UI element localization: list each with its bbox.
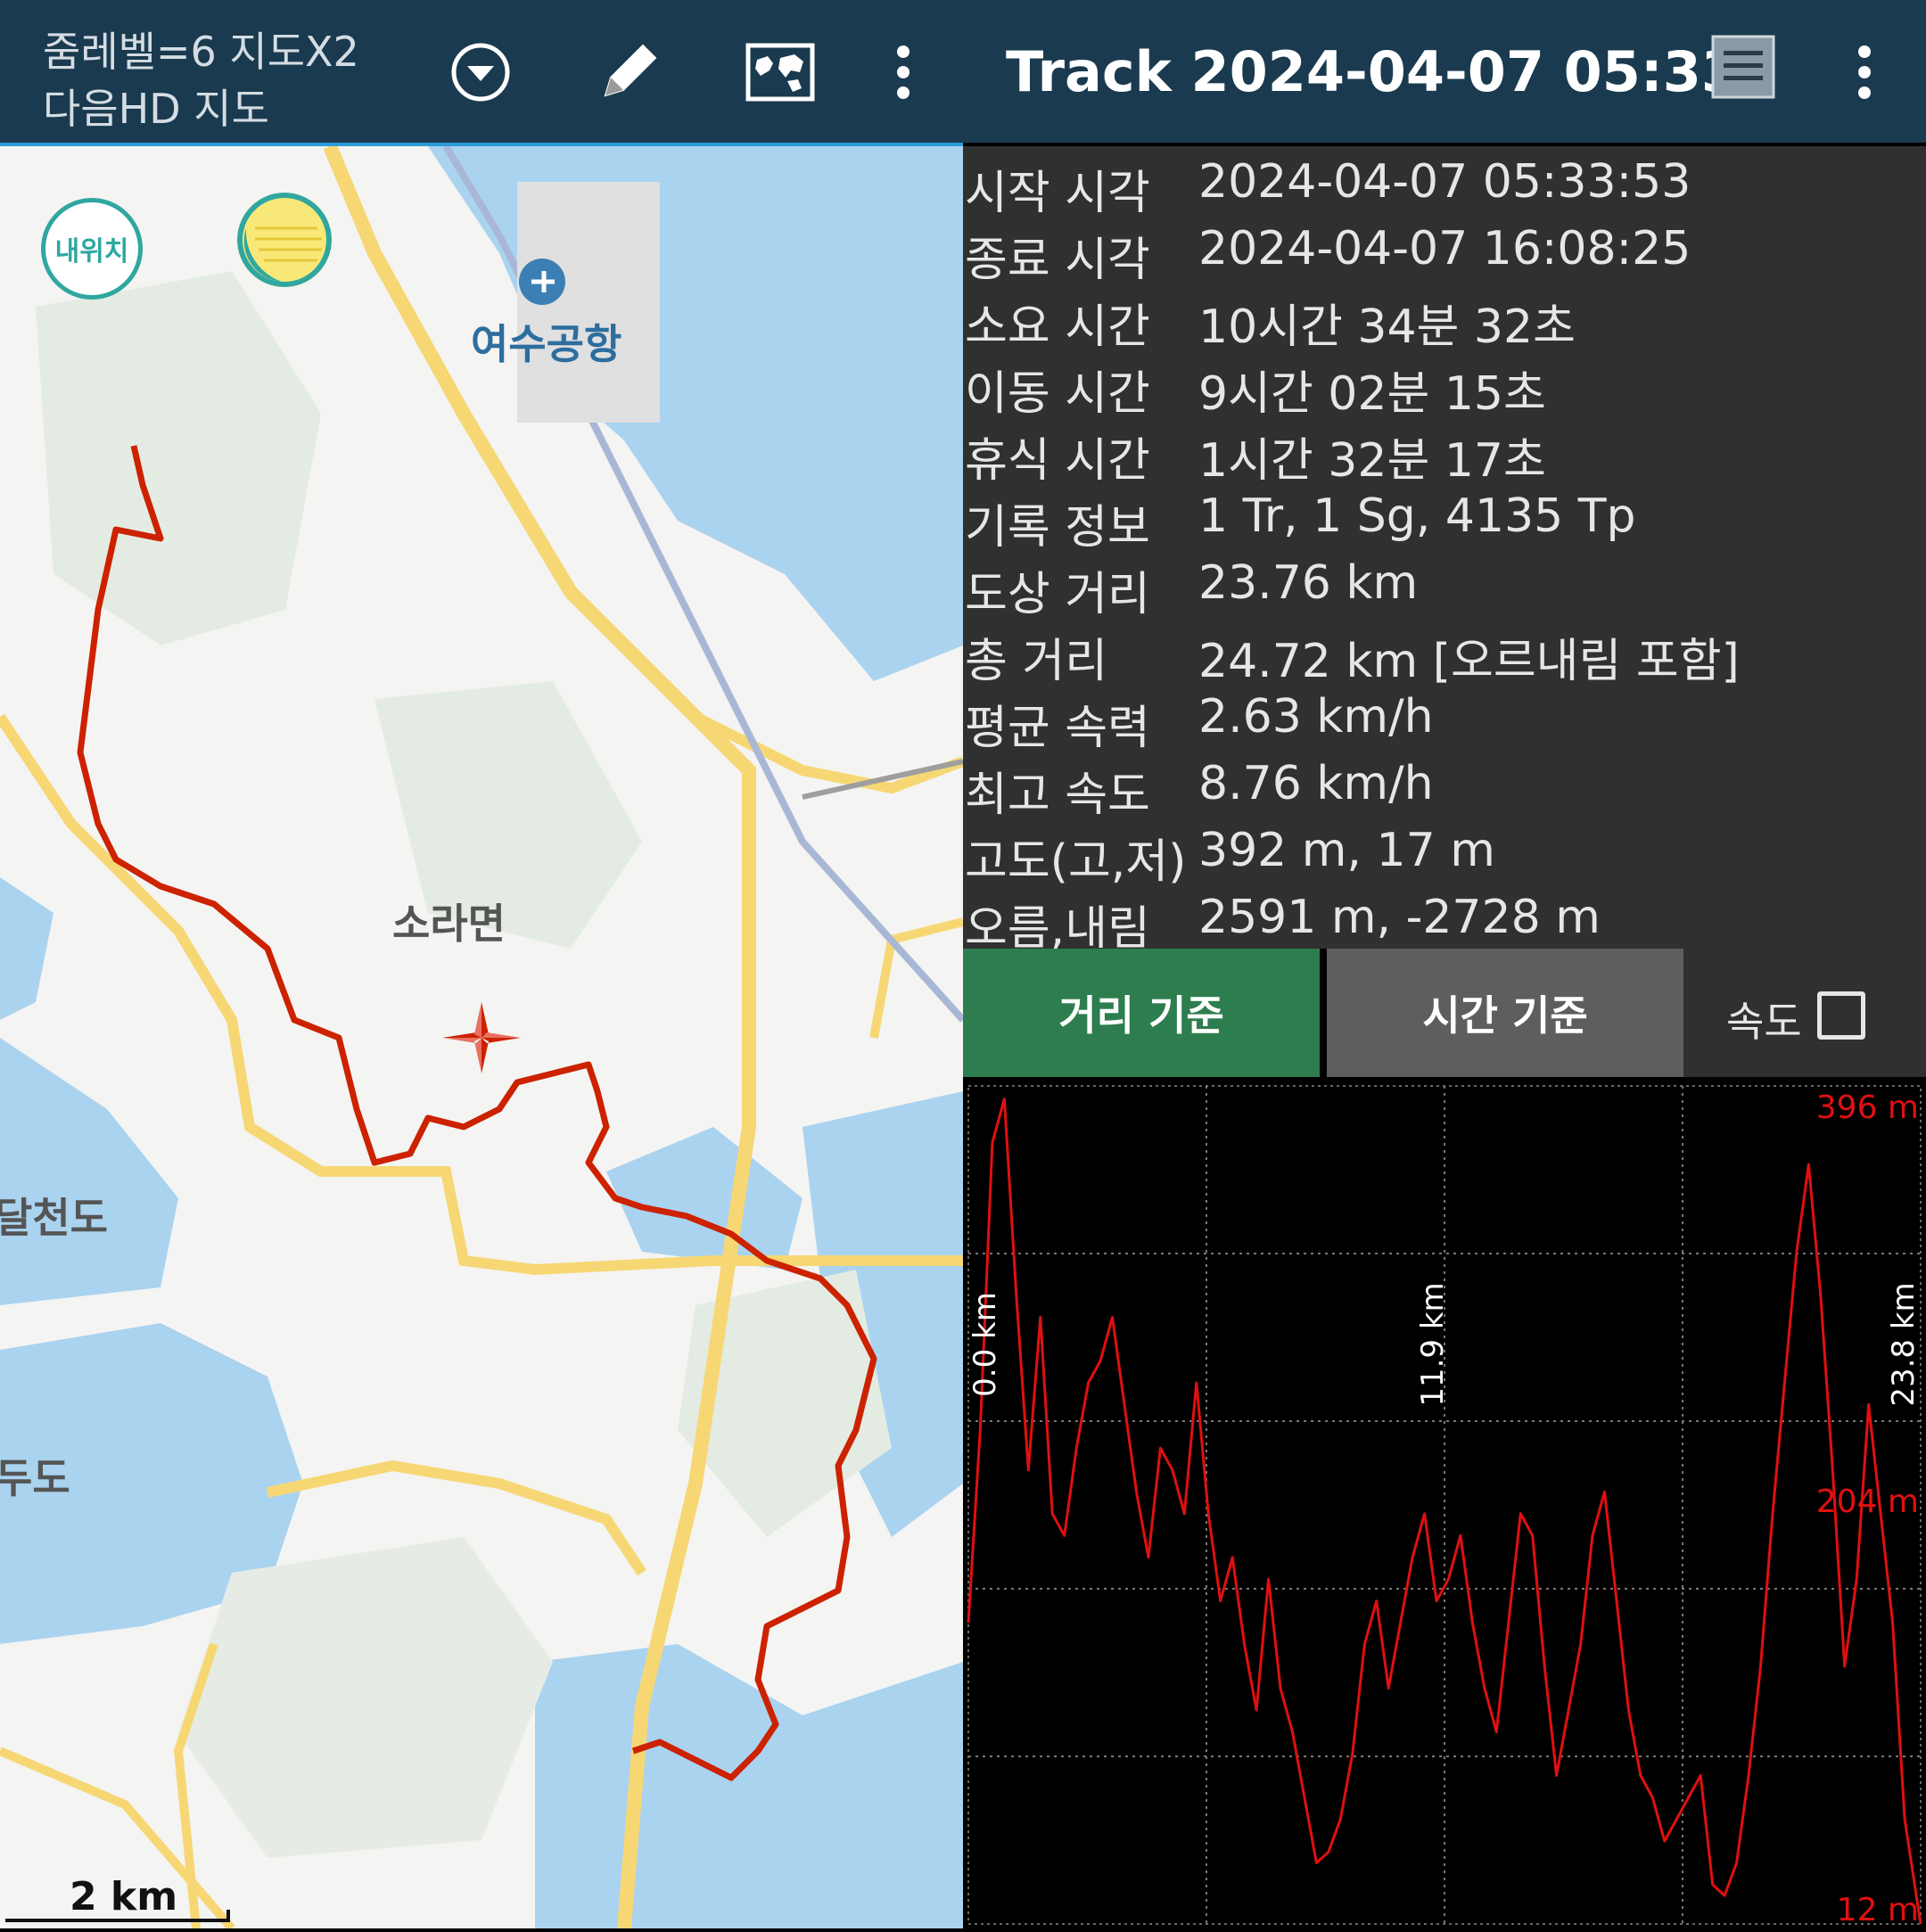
stat-label: 휴식 시간 [965, 434, 1150, 488]
stat-label: 종료 시각 [965, 234, 1150, 287]
hill-area [36, 271, 321, 645]
stat-value: 10시간 34분 32초 [1198, 300, 1576, 354]
y-tick-label: 396 m [1816, 1089, 1919, 1126]
scale-label: 2 km [70, 1874, 178, 1920]
stat-value: 9시간 02분 15초 [1198, 367, 1546, 421]
map-canvas [0, 146, 963, 1928]
track-toolbar: Track 2024-04-07 05:33 [963, 0, 1926, 143]
island-label: 달천도 [0, 1194, 108, 1242]
stat-value: 2024-04-07 16:08:25 [1198, 222, 1691, 275]
hill-area [178, 1537, 553, 1858]
stat-value: 24.72 km [오르내림 포함] [1198, 635, 1740, 688]
x-tick-label: 0.0 km [967, 1292, 1003, 1397]
water-area [0, 1038, 178, 1305]
x-tick-label: 11.9 km [1415, 1282, 1451, 1406]
speed-checkbox[interactable] [1817, 991, 1865, 1040]
list-icon[interactable] [1703, 27, 1783, 107]
stat-value: 8.76 km/h [1198, 757, 1434, 810]
more-vert-icon[interactable] [1824, 32, 1905, 112]
world-map-icon[interactable] [740, 32, 820, 112]
chart-frame [967, 1085, 1922, 1925]
stat-value: 2.63 km/h [1198, 690, 1434, 744]
stat-label: 도상 거리 [965, 568, 1150, 621]
crosshair-icon [442, 1002, 521, 1073]
stat-value: 1 Tr, 1 Sg, 4135 Tp [1198, 489, 1636, 543]
track-stats-panel: 시작 시각 2024-04-07 05:33:53 종료 시각 2024-04-07… [963, 146, 1926, 956]
stat-value: 1시간 32분 17초 [1198, 434, 1546, 488]
chevron-down-circle-icon[interactable] [440, 32, 521, 112]
island-label: 두도 [0, 1454, 70, 1502]
water-area [0, 877, 54, 1020]
district-label: 소라면 [392, 900, 506, 948]
stat-label: 시작 시각 [965, 167, 1150, 220]
stat-label: 이동 시간 [965, 367, 1150, 421]
map-toolbar: 줌레벨=6 지도X2 다음HD 지도 [0, 0, 963, 143]
water-area [535, 1644, 963, 1928]
my-location-button[interactable]: 내위치 [41, 198, 143, 300]
map-view[interactable]: 내위치 여수공항 소라면 달천도 두도 2 km [0, 146, 963, 1928]
stat-label: 평균 속력 [965, 702, 1150, 755]
y-tick-label: 204 m [1816, 1484, 1919, 1520]
stat-value: 2024-04-07 05:33:53 [1198, 155, 1691, 209]
stat-value: 2591 m, -2728 m [1198, 891, 1601, 944]
distance-mode-button[interactable]: 거리 기준 [963, 949, 1320, 1077]
stat-value: 23.76 km [1198, 556, 1419, 610]
pencil-icon[interactable] [588, 32, 669, 112]
y-tick-label: 12 m [1837, 1892, 1919, 1928]
stat-label: 고도(고,저) [965, 835, 1187, 889]
x-tick-label: 23.8 km [1886, 1282, 1922, 1406]
water-area [606, 1127, 802, 1270]
stat-label: 총 거리 [965, 635, 1108, 688]
speed-label: 속도 [1726, 998, 1802, 1046]
zoom-level-text: 줌레벨=6 지도X2 [43, 28, 359, 76]
stat-label: 기록 정보 [965, 501, 1150, 555]
more-vert-icon[interactable] [863, 32, 943, 112]
elevation-chart[interactable]: 396 m 204 m 12 m 0.0 km 11.9 km 23.8 km [963, 1077, 1926, 1928]
speed-toggle[interactable]: 속도 [1683, 949, 1926, 1077]
stat-label: 오름,내림 [965, 902, 1150, 956]
elevation-chart-svg: 396 m 204 m 12 m 0.0 km 11.9 km 23.8 km [967, 1085, 1922, 1928]
stat-value: 392 m, 17 m [1198, 824, 1495, 877]
sun-moon-icon[interactable] [237, 193, 332, 287]
airport-label: 여수공항 [471, 320, 622, 368]
my-location-label: 내위치 [54, 236, 129, 267]
stat-label: 최고 속도 [965, 769, 1150, 822]
water-area [428, 146, 963, 681]
map-source-text: 다음HD 지도 [43, 85, 269, 133]
stat-label: 소요 시간 [965, 300, 1150, 354]
time-mode-button[interactable]: 시간 기준 [1327, 949, 1683, 1077]
track-title: Track 2024-04-07 05:33 [1006, 39, 1740, 104]
